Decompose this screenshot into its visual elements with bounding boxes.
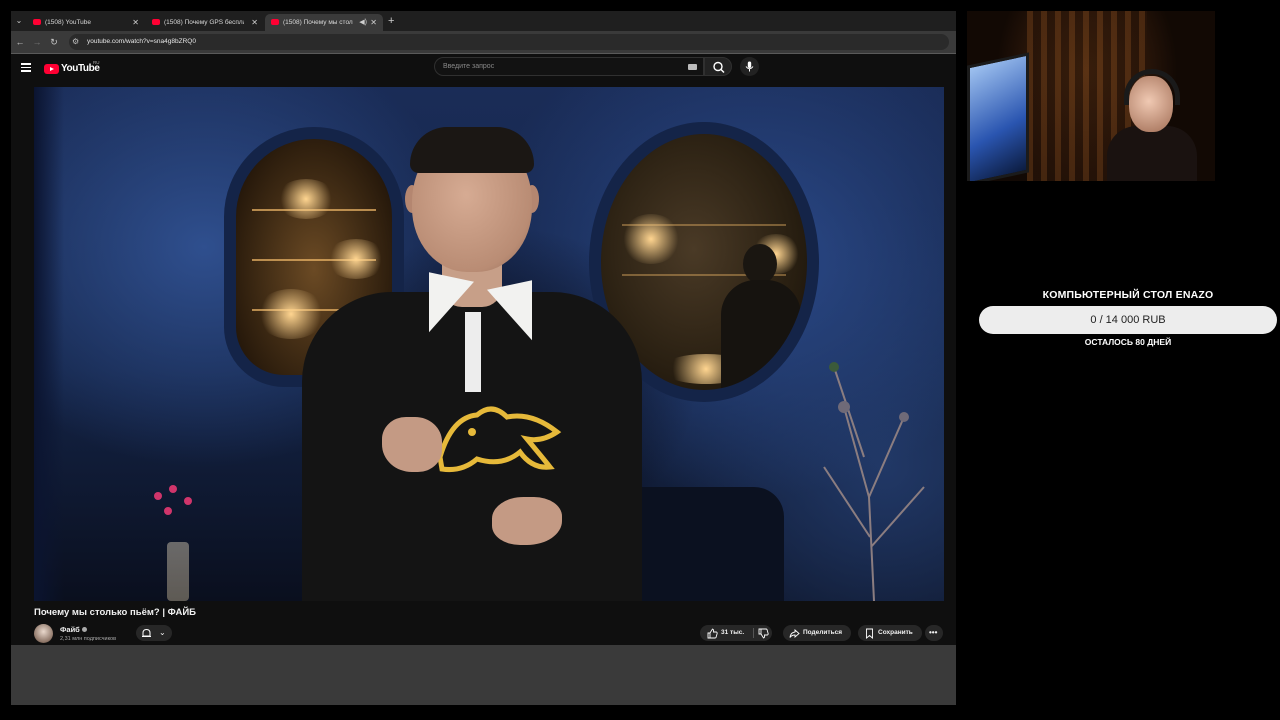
shirt-dog-logo-icon bbox=[437, 406, 562, 472]
save-label: Сохранить bbox=[878, 629, 913, 636]
donation-goal-remaining: ОСТАЛОСЬ 80 ДНЕЙ bbox=[1084, 337, 1172, 347]
youtube-favicon-icon bbox=[152, 19, 160, 25]
more-actions-button[interactable]: ••• bbox=[925, 625, 943, 641]
share-icon bbox=[789, 629, 800, 638]
share-button[interactable]: Поделиться bbox=[783, 625, 851, 641]
video-player[interactable] bbox=[34, 87, 944, 601]
thumbs-up-icon[interactable] bbox=[707, 628, 718, 639]
wall-shadow bbox=[34, 87, 64, 601]
share-label: Поделиться bbox=[803, 629, 843, 636]
page-below-fold bbox=[11, 645, 956, 705]
save-icon bbox=[866, 628, 873, 639]
region-code: RU bbox=[93, 60, 100, 65]
chevron-down-icon: ⌄ bbox=[159, 628, 166, 637]
thumbs-down-icon[interactable] bbox=[758, 628, 769, 639]
channel-name[interactable]: Файб bbox=[60, 625, 80, 634]
presenter bbox=[302, 127, 642, 601]
donation-goal-progress: 0 / 14 000 RUB bbox=[1090, 314, 1166, 326]
verified-icon bbox=[82, 627, 87, 632]
notifications-button[interactable]: ⌄ bbox=[136, 625, 172, 641]
tab-youtube-home[interactable]: (1508) YouTube ✕ bbox=[27, 14, 145, 31]
tab-strip: ⌄ (1508) YouTube ✕ (1508) Почему GPS бес… bbox=[11, 11, 956, 31]
close-icon[interactable]: ✕ bbox=[132, 14, 139, 31]
webcam-feed bbox=[967, 11, 1215, 181]
speaker-icon[interactable]: ◀) bbox=[359, 14, 367, 31]
tab-label: (1508) YouTube bbox=[45, 19, 92, 26]
site-info-icon[interactable]: ⚙ bbox=[72, 36, 79, 48]
donation-goal-title: КОМПЬЮТЕРНЫЙ СТОЛ ENAZO bbox=[1042, 289, 1214, 301]
search-icon bbox=[713, 61, 725, 74]
tab-current-video[interactable]: (1508) Почему мы столько ◀) ✕ bbox=[265, 14, 383, 31]
channel-avatar[interactable] bbox=[34, 624, 53, 643]
new-tab-plus-icon[interactable]: + bbox=[388, 15, 394, 27]
browser-window: ⌄ (1508) YouTube ✕ (1508) Почему GPS бес… bbox=[11, 11, 956, 705]
background-person bbox=[721, 244, 801, 390]
streamer-body bbox=[1107, 126, 1197, 181]
youtube-play-icon bbox=[44, 64, 59, 74]
tab-gps-video[interactable]: (1508) Почему GPS бесплатный ✕ bbox=[146, 14, 264, 31]
more-icon: ••• bbox=[929, 628, 938, 637]
youtube-favicon-icon bbox=[33, 19, 41, 25]
reload-icon[interactable]: ↻ bbox=[47, 35, 61, 49]
monitor bbox=[967, 52, 1029, 181]
save-button[interactable]: Сохранить bbox=[858, 625, 922, 641]
bell-icon bbox=[142, 628, 151, 637]
back-icon[interactable]: ← bbox=[13, 35, 27, 49]
like-dislike-group: 31 тыс. bbox=[700, 625, 772, 641]
close-icon[interactable]: ✕ bbox=[370, 14, 377, 31]
close-icon[interactable]: ✕ bbox=[251, 14, 258, 31]
search-placeholder: Введите запрос bbox=[443, 63, 495, 70]
vase bbox=[167, 542, 189, 601]
menu-icon[interactable] bbox=[21, 63, 31, 72]
stream-stage: ⌄ (1508) YouTube ✕ (1508) Почему GPS бес… bbox=[0, 0, 1280, 720]
keyboard-icon[interactable] bbox=[688, 64, 697, 70]
tab-search-chevron-down-icon[interactable]: ⌄ bbox=[13, 15, 25, 27]
donation-goal-bar: 0 / 14 000 RUB bbox=[979, 306, 1277, 334]
address-url: youtube.com/watch?v=sna4g8bZRQ0 bbox=[87, 38, 196, 45]
voice-search-button[interactable] bbox=[740, 57, 759, 76]
subscriber-count: 2,31 млн подписчиков bbox=[60, 636, 117, 642]
tab-label: (1508) Почему мы столько bbox=[283, 19, 353, 26]
like-divider bbox=[753, 628, 754, 638]
like-count[interactable]: 31 тыс. bbox=[721, 625, 744, 641]
youtube-favicon-icon bbox=[271, 19, 279, 25]
search-input[interactable]: Введите запрос bbox=[434, 57, 704, 76]
branches-decoration bbox=[823, 362, 925, 601]
youtube-header: YouTube RU Введите запрос bbox=[11, 54, 956, 84]
mic-icon bbox=[745, 61, 754, 72]
video-title: Почему мы столько пьём? | ФАЙБ bbox=[34, 607, 197, 618]
tab-label: (1508) Почему GPS бесплатный bbox=[164, 19, 244, 26]
address-bar[interactable]: ⚙ youtube.com/watch?v=sna4g8bZRQ0 bbox=[69, 34, 949, 50]
forward-icon[interactable]: → bbox=[30, 35, 44, 49]
search-button[interactable] bbox=[704, 57, 732, 76]
browser-toolbar: ← → ↻ ⚙ youtube.com/watch?v=sna4g8bZRQ0 bbox=[11, 31, 956, 53]
